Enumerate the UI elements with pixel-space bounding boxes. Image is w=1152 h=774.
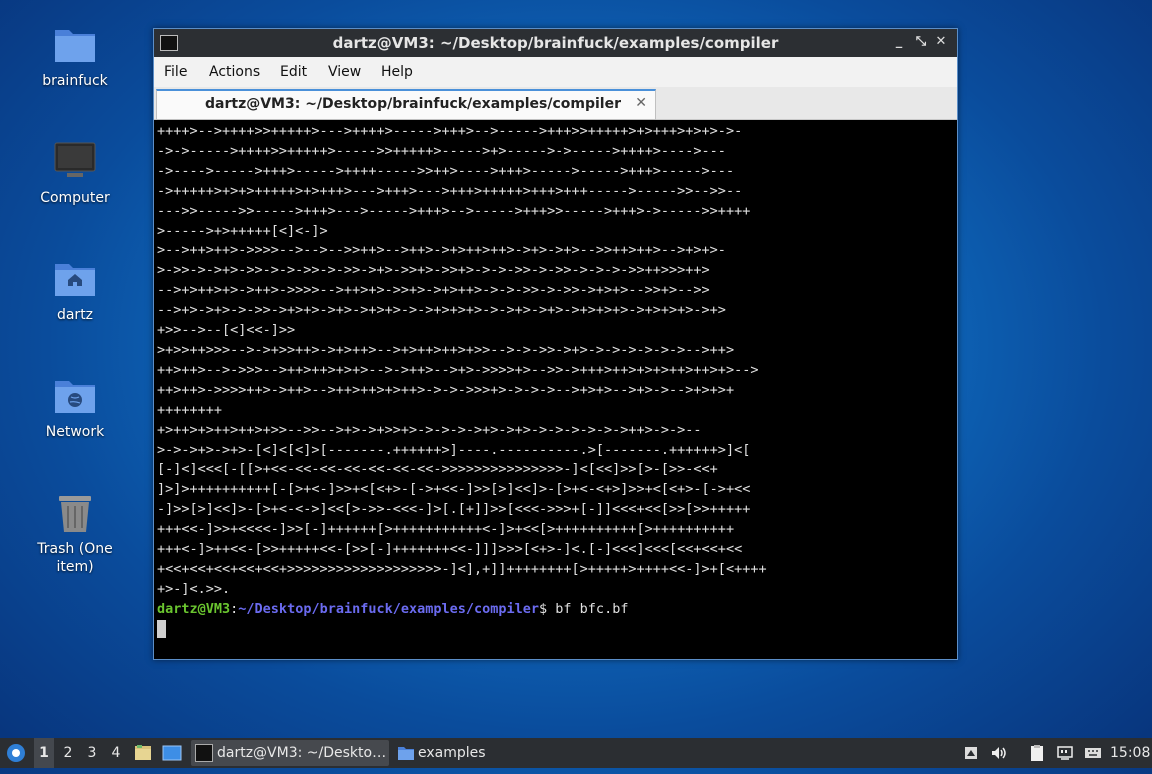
- menu-file[interactable]: File: [164, 64, 187, 80]
- terminal-line: >----->+>+++++[<]<-]>: [157, 222, 328, 239]
- desktop-icon-label: brainfuck: [42, 73, 108, 89]
- network-icon: [52, 373, 98, 419]
- folder-icon: [52, 22, 98, 68]
- home-folder-icon: [52, 256, 98, 302]
- up-arrow-icon[interactable]: [962, 744, 980, 762]
- terminal-line: ->->----->++++>>+++++>----->>+++++>-----…: [157, 142, 726, 159]
- menu-edit[interactable]: Edit: [280, 64, 307, 80]
- clock[interactable]: 15:08: [1110, 738, 1150, 768]
- taskbar: 1 2 3 4 dartz@VM3: ~/Deskto… examples 15…: [0, 738, 1152, 768]
- terminal-line: >->>->->+>->>->->->>->->>->+>->>+>->>+>-…: [157, 262, 710, 279]
- terminal-line: +>++>+>++>++>+>>-->>-->+>->+>>+>->->->->…: [157, 421, 702, 438]
- terminal-line: --->>----->>----->+++>--->----->+++>-->-…: [157, 202, 751, 219]
- window-titlebar[interactable]: dartz@VM3: ~/Desktop/brainfuck/examples/…: [154, 29, 957, 57]
- maximize-button[interactable]: ⤡: [913, 34, 929, 50]
- tab-close-button[interactable]: ✕: [635, 95, 647, 111]
- volume-icon[interactable]: [990, 744, 1008, 762]
- keyboard-icon[interactable]: [1084, 744, 1102, 762]
- desktop-icon-label: Network: [45, 424, 105, 440]
- prompt-path: ~/Desktop/brainfuck/examples/compiler: [238, 600, 540, 617]
- task-terminal[interactable]: dartz@VM3: ~/Deskto…: [191, 740, 389, 766]
- terminal-line: ]>]>++++++++++[-[>+<-]>>+<[<+>-[->+<<-]>…: [157, 481, 751, 498]
- file-manager-icon: [135, 745, 151, 760]
- terminal-icon: [195, 744, 213, 762]
- prompt-user: dartz@VM3: [157, 600, 231, 617]
- show-desktop-button[interactable]: [162, 738, 184, 768]
- menu-bar: File Actions Edit View Help: [154, 57, 957, 87]
- tab-bar: dartz@VM3: ~/Desktop/brainfuck/examples/…: [154, 87, 957, 120]
- desktop-icon-trash[interactable]: Trash (One item): [20, 490, 130, 576]
- window-title: dartz@VM3: ~/Desktop/brainfuck/examples/…: [332, 34, 779, 52]
- terminal-line: [-]<]<<<[-[[>+<<-<<-<<-<<-<<-<<-<<->>>>>…: [157, 461, 718, 478]
- task-label: dartz@VM3: ~/Deskto…: [217, 745, 387, 761]
- workspace-3[interactable]: 3: [82, 738, 102, 768]
- app-menu-icon: [7, 744, 25, 762]
- menu-actions[interactable]: Actions: [209, 64, 260, 80]
- desktop-icon-dartz[interactable]: dartz: [20, 256, 130, 324]
- tab-label: dartz@VM3: ~/Desktop/brainfuck/examples/…: [205, 96, 622, 112]
- terminal-line: -->+>->+>->->>->+>+>->+>->+>+>->->+>+>+>…: [157, 302, 726, 319]
- desktop-icon-label: Computer: [40, 190, 110, 206]
- desktop-icon-label: Trash (One item): [37, 541, 113, 575]
- clipboard-icon[interactable]: [1028, 744, 1046, 762]
- file-manager-launcher[interactable]: [134, 738, 154, 768]
- tab-terminal[interactable]: dartz@VM3: ~/Desktop/brainfuck/examples/…: [156, 89, 656, 120]
- desktop-icon-brainfuck[interactable]: brainfuck: [20, 22, 130, 90]
- desktop-icon-label: dartz: [56, 307, 94, 323]
- terminal-line: ->+++++>+>+>+++++>+>+++>--->+++>--->+++>…: [157, 182, 743, 199]
- terminal-lines: ++++>-->++++>>+++++>--->++++>----->+++>-…: [155, 122, 955, 600]
- terminal-line: ++>++>->>>>++>->++>-->++>++>+>++>->->->>…: [157, 381, 735, 398]
- terminal-line: +>-]<.>>.: [157, 580, 231, 597]
- terminal-line: +>>-->--[<]<<-]>>: [157, 322, 296, 339]
- task-examples[interactable]: examples: [393, 740, 503, 766]
- cursor-line: [155, 619, 955, 640]
- terminal-line: +++<-]>++<<-[>>+++++<<-[>>[-]+++++++<<-]…: [157, 541, 743, 558]
- terminal-line: ->---->----->+++>----->++++----->>++>---…: [157, 162, 735, 179]
- menu-help[interactable]: Help: [381, 64, 413, 80]
- desktop-icon-computer[interactable]: Computer: [20, 139, 130, 207]
- prompt-line: dartz@VM3:~/Desktop/brainfuck/examples/c…: [155, 600, 955, 620]
- terminal-line: >-->++>++>->>>>-->-->-->>++>-->++>->+>++…: [157, 242, 726, 259]
- terminal-line: -]>>[>]<<]>-[>+<-<->]<<[>->>-<<<-]>[.[+]…: [157, 501, 751, 518]
- terminal-line: >->->+>->+>-[<]<[<]>[-------.++++++>]---…: [157, 441, 751, 458]
- terminal-line: ++>++>-->->>>-->++>++>+>+>-->->++>-->+>-…: [157, 361, 759, 378]
- task-label: examples: [418, 745, 486, 761]
- trash-icon: [52, 490, 98, 536]
- terminal-line: -->+>++>+>->++>->>>>-->++>+>->>+>->+>++>…: [157, 282, 710, 299]
- terminal-output[interactable]: ++++>-->++++>>+++++>--->++++>----->+++>-…: [155, 122, 955, 657]
- desktop-icon: [162, 745, 182, 761]
- network-status-icon[interactable]: [1056, 744, 1074, 762]
- workspace-4[interactable]: 4: [106, 738, 126, 768]
- terminal-cursor: [157, 619, 166, 638]
- folder-icon: [398, 747, 414, 760]
- computer-icon: [52, 139, 98, 185]
- workspace-1[interactable]: 1: [34, 738, 54, 768]
- terminal-line: >+>>++>>>-->->+>>++>->+>++>-->+>++>++>+>…: [157, 341, 735, 358]
- terminal-line: ++++>-->++++>>+++++>--->++++>----->+++>-…: [157, 123, 743, 139]
- menu-view[interactable]: View: [328, 64, 361, 80]
- minimize-button[interactable]: _: [891, 34, 907, 50]
- terminal-line: +++<<-]>>+<<<<-]>>[-]++++++[>+++++++++++…: [157, 521, 735, 538]
- close-button[interactable]: ✕: [933, 34, 949, 50]
- terminal-line: +<<+<<+<<+<<+<<+>>>>>>>>>>>>>>>>>>>-]<],…: [157, 560, 767, 577]
- terminal-line: ++++++++: [157, 401, 223, 418]
- workspace-2[interactable]: 2: [58, 738, 78, 768]
- terminal-window[interactable]: dartz@VM3: ~/Desktop/brainfuck/examples/…: [153, 28, 958, 660]
- command-text: bf bfc.bf: [555, 600, 629, 617]
- start-menu-button[interactable]: [6, 738, 28, 768]
- prompt-end: $: [539, 600, 556, 617]
- desktop-icon-network[interactable]: Network: [20, 373, 130, 441]
